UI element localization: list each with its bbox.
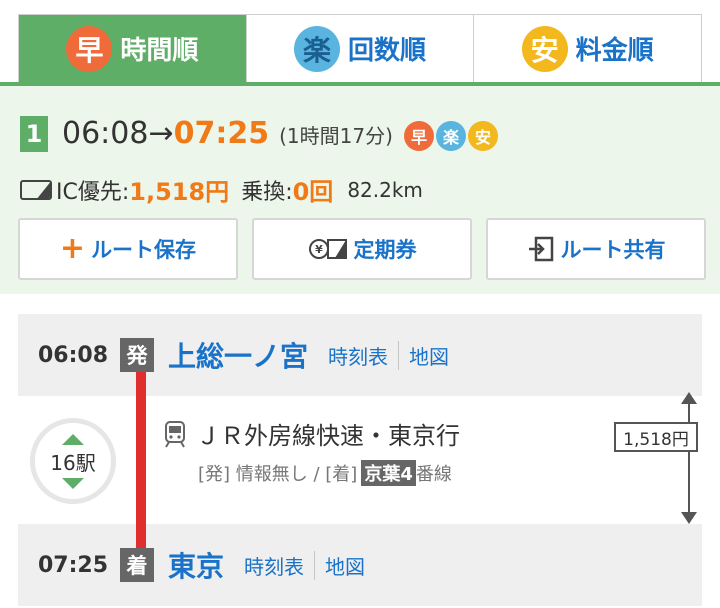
tab-label: 回数順 xyxy=(348,36,427,66)
duration: (1時間17分) xyxy=(279,124,393,148)
distance: 82.2km xyxy=(347,177,423,202)
transfer-label: 乗換: xyxy=(241,179,293,205)
action-buttons: + ルート保存 ¥ 定期券 ルート共有 xyxy=(18,218,706,280)
timetable-link[interactable]: 時刻表 xyxy=(318,340,400,370)
tab-label: 料金順 xyxy=(575,36,654,66)
fare-label: IC優先: xyxy=(56,179,130,205)
fare-row: IC優先: 1,518円 乗換: 0回 82.2km xyxy=(20,172,423,207)
share-route-label: ルート共有 xyxy=(560,238,666,262)
route-times: 06:08 → 07:25 (1時間17分) xyxy=(62,116,393,151)
save-route-label: ルート保存 xyxy=(91,238,197,262)
arrival-stop: 07:25 着 東京 時刻表 地図 xyxy=(18,524,702,606)
arrow-down-icon xyxy=(681,512,697,524)
easy-badge-icon: 楽 xyxy=(436,121,466,151)
route-summary: 1 06:08 → 07:25 (1時間17分) 早 楽 安 IC優先: 1,5… xyxy=(0,82,720,294)
tab-fare-order[interactable]: 安 料金順 xyxy=(474,15,702,82)
platform-info: [発] 情報無し / [着] 京葉4 番線 xyxy=(198,460,452,486)
fare-range-line xyxy=(688,398,690,518)
transfer-count: 0回 xyxy=(292,178,334,206)
fare-value: 1,518円 xyxy=(129,178,230,206)
arrival-time: 07:25 xyxy=(173,116,270,151)
commuter-pass-icon: ¥ xyxy=(308,239,347,259)
arrive-mark: 着 xyxy=(120,548,154,582)
stop-time: 06:08 xyxy=(38,342,109,368)
tab-transfer-order[interactable]: 楽 回数順 xyxy=(246,15,475,82)
time-arrow: → xyxy=(148,116,174,151)
departure-time: 06:08 xyxy=(62,116,149,151)
station-name-link[interactable]: 上総一ノ宮 xyxy=(168,335,308,375)
map-link[interactable]: 地図 xyxy=(315,551,375,580)
train-name: ＪＲ外房線快速・東京行 xyxy=(196,422,460,450)
station-count-toggle[interactable]: 16駅 xyxy=(30,418,116,504)
sort-tabs: 早 時間順 楽 回数順 安 料金順 xyxy=(18,14,702,82)
route-detail: 06:08 発 上総一ノ宮 時刻表 地図 16駅 ＪＲ外房線快速・東京行 [発]… xyxy=(18,314,702,606)
expand-down-icon xyxy=(62,477,84,489)
ic-card-icon xyxy=(20,179,52,200)
route-badges: 早 楽 安 xyxy=(404,121,498,151)
commuter-pass-label: 定期券 xyxy=(353,238,417,262)
stop-time: 07:25 xyxy=(38,552,109,578)
fast-icon: 早 xyxy=(66,25,113,72)
train-info: ＪＲ外房線快速・東京行 xyxy=(164,416,460,451)
platform-prefix: [発] 情報無し / [着] xyxy=(198,464,358,485)
station-name-link[interactable]: 東京 xyxy=(168,545,224,585)
train-icon xyxy=(165,420,185,448)
platform-tag: 京葉4 xyxy=(361,460,416,486)
route-number: 1 xyxy=(20,116,48,152)
share-route-button[interactable]: ルート共有 xyxy=(486,218,706,280)
save-route-button[interactable]: + ルート保存 xyxy=(18,218,238,280)
easy-icon: 楽 xyxy=(294,25,340,72)
expand-up-icon xyxy=(62,433,84,445)
timetable-link[interactable]: 時刻表 xyxy=(234,550,316,580)
line-color-bar xyxy=(136,372,146,552)
platform-suffix: 番線 xyxy=(415,464,452,485)
map-link[interactable]: 地図 xyxy=(399,341,459,370)
svg-text:¥: ¥ xyxy=(315,243,323,256)
departure-stop: 06:08 発 上総一ノ宮 時刻表 地図 xyxy=(18,314,702,396)
cheap-badge-icon: 安 xyxy=(468,121,498,151)
tab-label: 時間順 xyxy=(120,36,199,66)
station-count: 16駅 xyxy=(50,450,96,475)
tab-time-order[interactable]: 早 時間順 xyxy=(19,15,247,82)
plus-icon: + xyxy=(59,231,86,266)
share-icon xyxy=(528,236,553,262)
depart-mark: 発 xyxy=(120,338,154,372)
cheap-icon: 安 xyxy=(521,25,568,72)
arrow-up-icon xyxy=(681,392,697,404)
commuter-pass-button[interactable]: ¥ 定期券 xyxy=(252,218,472,280)
segment-fare: 1,518円 xyxy=(614,422,698,452)
fast-badge-icon: 早 xyxy=(404,121,434,151)
